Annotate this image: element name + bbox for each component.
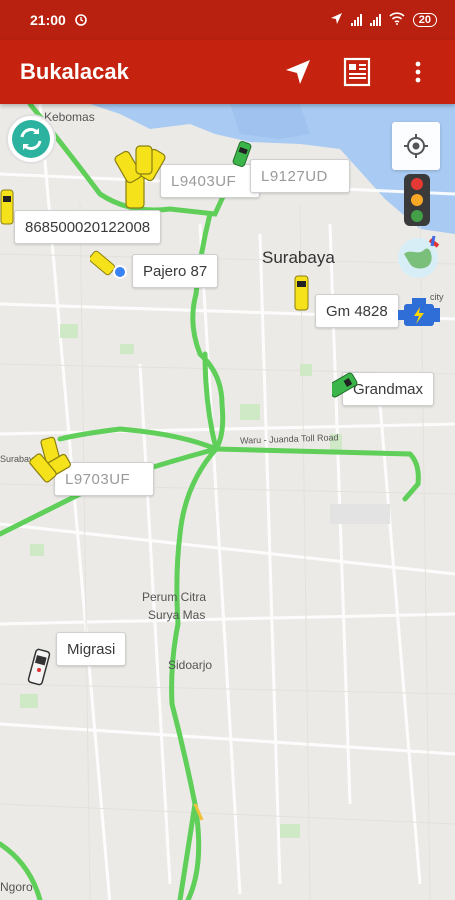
status-time: 21:00 xyxy=(30,12,66,28)
place-surabaya: Surabaya xyxy=(262,248,335,267)
car-marker-pajero-87[interactable] xyxy=(90,246,130,282)
car-marker-cluster-west[interactable] xyxy=(28,434,80,486)
refresh-button[interactable] xyxy=(6,114,56,164)
vehicle-label-gm-4828[interactable]: Gm 4828 xyxy=(315,294,399,328)
engine-check-icon[interactable] xyxy=(398,294,442,334)
report-icon[interactable] xyxy=(341,55,375,89)
place-sidoarjo: Sidoarjo xyxy=(168,658,213,672)
app-title: Bukalacak xyxy=(20,59,129,84)
vehicle-label-migrasi[interactable]: Migrasi xyxy=(56,632,127,666)
car-marker-green-north[interactable] xyxy=(228,140,256,168)
vehicle-label-pajero-87[interactable]: Pajero 87 xyxy=(132,254,219,288)
overflow-menu-icon[interactable] xyxy=(401,55,435,89)
place-perum-citra: Perum Citra xyxy=(142,590,207,604)
car-marker-grandmax[interactable] xyxy=(332,372,368,402)
vehicle-label-868500020122008[interactable]: 868500020122008 xyxy=(14,210,162,244)
place-kebomas: Kebomas xyxy=(44,110,95,124)
traffic-light-icon[interactable] xyxy=(400,174,434,226)
app-bar: Bukalacak xyxy=(0,40,455,104)
map-view[interactable]: Kebomas Surabaya Perum Citra Surya Mas S… xyxy=(0,104,455,900)
signal-icon-1 xyxy=(350,14,362,26)
car-marker-gm-4828[interactable] xyxy=(292,274,312,312)
car-marker-868500020122008[interactable] xyxy=(0,188,16,228)
car-marker-cluster-north[interactable] xyxy=(106,144,176,214)
wifi-icon xyxy=(389,12,405,28)
location-status-icon xyxy=(330,12,343,28)
crosshair-icon xyxy=(404,134,428,158)
globe-icon[interactable] xyxy=(394,234,444,280)
place-surya-mas: Surya Mas xyxy=(148,608,206,622)
my-location-button[interactable] xyxy=(392,122,440,170)
battery-indicator: 20 xyxy=(412,13,437,27)
navigate-icon[interactable] xyxy=(281,55,315,89)
vehicle-label-l9127ud[interactable]: L9127UD xyxy=(250,159,350,193)
car-marker-migrasi[interactable] xyxy=(26,648,52,688)
status-bar: 21:00 20 xyxy=(0,0,455,40)
place-ngoro: Ngoro xyxy=(0,880,33,894)
alarm-icon xyxy=(74,12,88,29)
signal-icon-2 xyxy=(369,14,381,26)
refresh-icon xyxy=(12,120,50,158)
